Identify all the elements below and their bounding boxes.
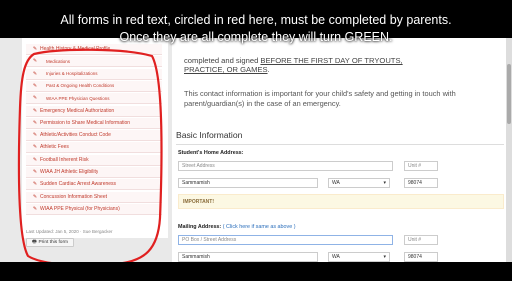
mailing-street-input[interactable]: PO Box / Street Address xyxy=(178,235,393,245)
caption-line-2: Once they are all complete they will tur… xyxy=(119,30,393,44)
sidebar-form-label: WIAA PPE Physician Questions xyxy=(46,95,110,101)
print-form-label: Print this form xyxy=(38,240,69,245)
basic-info-heading: Basic Information xyxy=(176,130,243,140)
edit-form-icon: ✎ xyxy=(32,58,38,65)
print-form-button[interactable]: 🖶 Print this form xyxy=(26,238,74,247)
sidebar-form-label: Football Inherent Risk xyxy=(40,156,89,163)
edit-form-icon: ✎ xyxy=(32,107,38,114)
mailing-city-input[interactable]: Sammamish xyxy=(178,252,318,262)
sidebar-form-item[interactable]: ✎ Injuries & Hospitalizations xyxy=(26,68,162,80)
sidebar-form-label: Injuries & Hospitalizations xyxy=(46,71,98,77)
screen: All forms in red text, circled in red he… xyxy=(0,0,512,281)
mailing-zip-input[interactable]: 98074 xyxy=(404,252,438,262)
mailing-state-select[interactable]: WA ▾ xyxy=(328,252,390,262)
contact-info-note: This contact information is important fo… xyxy=(184,89,456,108)
unit-input[interactable]: Unit # xyxy=(404,161,438,171)
sidebar-form-label: Concussion Information Sheet xyxy=(40,193,107,200)
edit-form-icon: ✎ xyxy=(32,144,38,151)
edit-form-icon: ✎ xyxy=(32,205,38,212)
printer-icon: 🖶 xyxy=(31,239,37,245)
street-address-input[interactable]: Street Address xyxy=(178,161,393,171)
sidebar-form-label: Past & Ongoing Health Conditions xyxy=(46,83,115,89)
edit-form-icon: ✎ xyxy=(32,181,38,188)
forms-sidebar: ✎ Health History & Medical Profile ✎ Medica… xyxy=(22,38,168,238)
city-input[interactable]: Sammamish xyxy=(178,178,318,188)
sidebar-form-item[interactable]: ✎ Football Inherent Risk xyxy=(26,154,162,166)
chevron-down-icon: ▾ xyxy=(383,254,386,260)
edit-form-icon: ✎ xyxy=(32,156,38,163)
sidebar-form-label: Medications xyxy=(46,58,71,64)
sidebar-form-item[interactable]: ✎ Athletic Fees xyxy=(26,142,162,154)
edit-form-icon: ✎ xyxy=(32,132,38,139)
home-address-label: Student's Home Address: xyxy=(178,150,244,156)
intro-deadline-b: PRACTICE, OR GAMES xyxy=(184,65,268,74)
important-alert: IMPORTANT! xyxy=(178,194,504,209)
sidebar-form-label: Permission to Share Medical Information xyxy=(40,119,131,126)
sidebar-form-label: Emergency Medical Authorization xyxy=(40,107,115,114)
sidebar-form-item[interactable]: ✎ Concussion Information Sheet xyxy=(26,191,162,203)
sidebar-form-label: WIAA JH Athletic Eligibility xyxy=(40,169,99,175)
intro-text: completed and signed BEFORE THE FIRST DA… xyxy=(184,56,504,74)
same-as-above-link[interactable]: ( Click here if same as above ) xyxy=(223,224,296,230)
form-main-panel: completed and signed BEFORE THE FIRST DA… xyxy=(172,38,512,262)
edit-form-icon: ✎ xyxy=(32,82,38,89)
sidebar-form-label: Sudden Cardiac Arrest Awareness xyxy=(40,181,117,188)
sidebar-form-item[interactable]: ✎ WIAA PPE Physical (for Physicians) xyxy=(26,203,162,215)
scrollbar-thumb[interactable] xyxy=(507,64,511,124)
edit-form-icon: ✎ xyxy=(32,70,38,77)
caption-line-1: All forms in red text, circled in red he… xyxy=(60,13,452,27)
sidebar-form-item[interactable]: ✎ WIAA PPE Physician Questions xyxy=(26,93,162,105)
intro-text-a: completed and signed xyxy=(184,56,261,65)
edit-form-icon: ✎ xyxy=(32,193,38,200)
mailing-unit-input[interactable]: Unit # xyxy=(404,235,438,245)
zip-input[interactable]: 98074 xyxy=(404,178,438,188)
video-caption: All forms in red text, circled in red he… xyxy=(0,0,512,56)
page-scrollbar[interactable] xyxy=(506,38,512,262)
intro-text-d: . xyxy=(267,65,270,74)
sidebar-form-item[interactable]: ✎ Athletic/Activities Conduct Code xyxy=(26,130,162,142)
sidebar-form-label: Athletic Fees xyxy=(40,144,69,151)
intro-deadline-a: BEFORE THE FIRST DAY OF TRYOUTS, xyxy=(260,56,403,65)
section-divider xyxy=(176,144,504,145)
chevron-down-icon: ▾ xyxy=(383,180,386,186)
edit-form-icon: ✎ xyxy=(32,95,38,102)
state-select[interactable]: WA ▾ xyxy=(328,178,390,188)
state-value: WA xyxy=(332,180,340,186)
edit-form-icon: ✎ xyxy=(32,119,38,126)
sidebar-form-item[interactable]: ✎ Medications xyxy=(26,56,162,68)
last-updated-text: Last Updated: Jan 5, 2020 · Sue Bergacke… xyxy=(26,229,113,234)
sidebar-form-label: WIAA PPE Physical (for Physicians) xyxy=(40,205,120,212)
sidebar-form-item[interactable]: ✎ WIAA JH Athletic Eligibility xyxy=(26,167,162,178)
browser-viewport: ✎ Health History & Medical Profile ✎ Medica… xyxy=(0,38,512,262)
sidebar-form-item[interactable]: ✎ Past & Ongoing Health Conditions xyxy=(26,80,162,92)
mailing-address-text: Mailing Address: xyxy=(178,224,222,230)
sidebar-form-item[interactable]: ✎ Permission to Share Medical Information xyxy=(26,117,162,129)
mailing-address-label: Mailing Address: ( Click here if same as… xyxy=(178,224,296,230)
sidebar-form-item[interactable]: ✎ Emergency Medical Authorization xyxy=(26,105,162,117)
sidebar-form-label: Athletic/Activities Conduct Code xyxy=(40,132,111,139)
edit-form-icon: ✎ xyxy=(32,169,38,175)
mailing-state-value: WA xyxy=(332,254,340,260)
sidebar-form-item[interactable]: ✎ Sudden Cardiac Arrest Awareness xyxy=(26,179,162,191)
